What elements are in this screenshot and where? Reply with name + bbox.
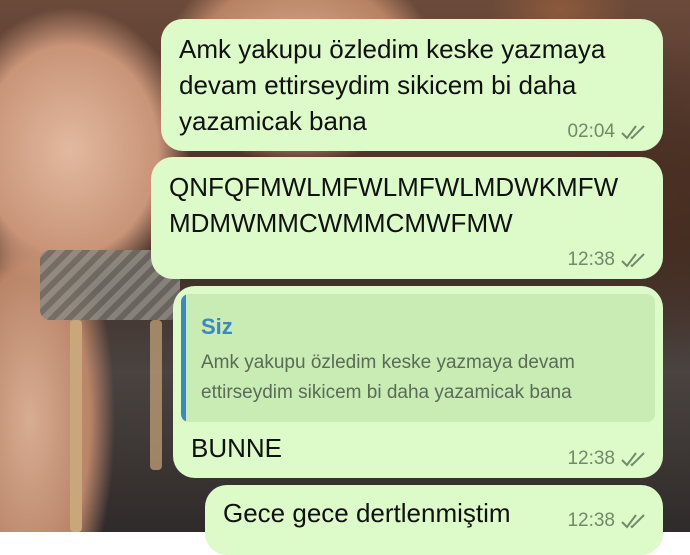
message-bubble[interactable]: Gece gece dertlenmiştim 12:38 — [205, 485, 663, 555]
message-meta: 12:38 — [567, 510, 647, 532]
message-time: 12:38 — [567, 510, 615, 531]
wallpaper-chair-leg — [150, 320, 162, 470]
double-check-icon — [621, 253, 645, 268]
reply-sender: Siz — [201, 314, 233, 339]
message-bubble[interactable]: QNFQFMWLMFWLMFWLMDWKMFW MDMWMMCWMMCMWFMW… — [151, 157, 663, 279]
message-time: 12:38 — [567, 448, 615, 469]
message-time: 12:38 — [567, 249, 615, 270]
double-check-icon — [621, 125, 645, 140]
double-check-icon — [621, 514, 645, 529]
message-bubble[interactable]: Siz Amk yakupu özledim keske yazmaya dev… — [173, 286, 663, 478]
reply-text: Amk yakupu özledim keske yazmaya devam e… — [201, 352, 575, 403]
message-meta: 12:38 — [567, 249, 647, 271]
reply-accent-bar — [181, 294, 186, 422]
wallpaper-chair-leg — [70, 320, 82, 532]
message-bubble[interactable]: Amk yakupu özledim keske yazmaya devam e… — [161, 19, 663, 151]
message-meta: 12:38 — [567, 448, 647, 470]
message-time: 02:04 — [567, 121, 615, 142]
message-text: BUNNE — [191, 433, 283, 463]
message-text: QNFQFMWLMFWLMFWLMDWKMFW MDMWMMCWMMCMWFMW — [169, 172, 619, 238]
message-meta: 02:04 — [567, 121, 647, 143]
double-check-icon — [621, 452, 645, 467]
reply-quote[interactable]: Siz Amk yakupu özledim keske yazmaya dev… — [181, 294, 655, 422]
